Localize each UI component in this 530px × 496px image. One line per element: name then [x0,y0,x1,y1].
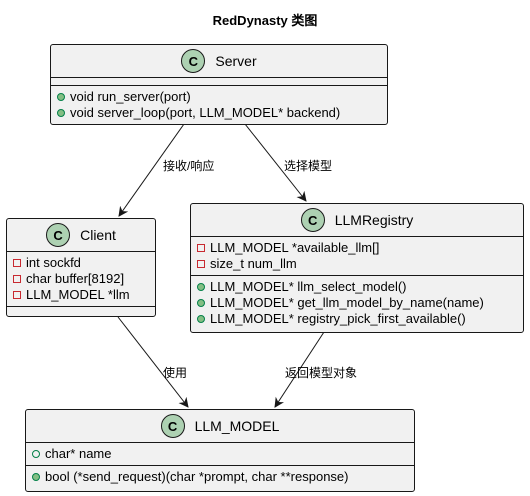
edge-label-registry-model: 返回模型对象 [285,366,358,380]
attributes-section: int sockfd char buffer[8192] LLM_MODEL *… [7,252,155,307]
class-name: LLMRegistry [334,212,414,228]
edge-label-server-registry: 选择模型 [284,159,333,173]
private-icon [13,275,21,283]
method: LLM_MODEL* registry_pick_first_available… [197,311,523,327]
methods-section: bool (*send_request)(char *prompt, char … [26,466,414,488]
class-llmregistry[interactable]: C LLMRegistry LLM_MODEL *available_llm[]… [190,203,524,333]
method: bool (*send_request)(char *prompt, char … [32,469,414,485]
class-name: Server [215,53,257,69]
class-icon: C [181,49,206,73]
attribute: char buffer[8192] [13,271,155,287]
attribute: LLM_MODEL *llm [13,287,155,303]
private-icon [13,259,21,267]
class-client[interactable]: C Client int sockfd char buffer[8192] LL… [6,218,156,317]
methods-section [7,307,155,315]
class-server[interactable]: C Server void run_server(port) void serv… [50,44,388,125]
public-icon [32,473,40,481]
attribute: size_t num_llm [197,256,523,272]
public-icon [197,315,205,323]
private-icon [13,291,21,299]
class-icon: C [300,208,325,232]
public-icon [197,283,205,291]
attribute: LLM_MODEL *available_llm[] [197,240,523,256]
attributes-section: LLM_MODEL *available_llm[] size_t num_ll… [191,237,523,276]
attributes-section [51,78,387,86]
method: void server_loop(port, LLM_MODEL* backen… [57,105,387,121]
attributes-section: char* name [26,443,414,466]
class-llm-model[interactable]: C LLM_MODEL char* name bool (*send_reque… [25,409,415,492]
private-icon [197,244,205,252]
edge-label-server-client: 接收/响应 [163,159,215,173]
public-icon [57,109,65,117]
methods-section: void run_server(port) void server_loop(p… [51,86,387,124]
public-icon [197,299,205,307]
class-name: LLM_MODEL [194,418,280,434]
method: LLM_MODEL* llm_select_model() [197,279,523,295]
class-icon: C [160,414,185,438]
public-icon [57,93,65,101]
methods-section: LLM_MODEL* llm_select_model() LLM_MODEL*… [191,276,523,330]
public-icon [32,450,40,458]
edge-label-client-model: 使用 [163,366,188,380]
attribute: int sockfd [13,255,155,271]
method: void run_server(port) [57,89,387,105]
edge-client-model [117,316,189,408]
class-icon: C [46,223,71,247]
method: LLM_MODEL* get_llm_model_by_name(name) [197,295,523,311]
class-name: Client [80,227,116,243]
private-icon [197,260,205,268]
attribute: char* name [32,446,414,462]
